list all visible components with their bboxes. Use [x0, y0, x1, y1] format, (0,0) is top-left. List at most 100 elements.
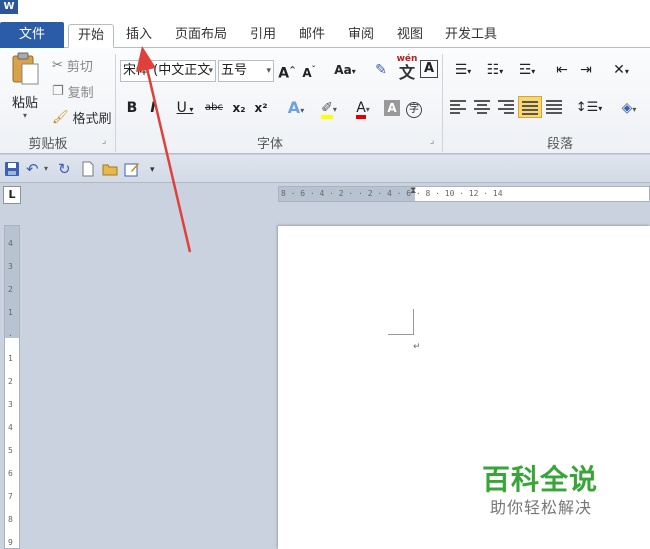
italic-button[interactable]: I — [146, 98, 160, 118]
paste-button[interactable]: 粘贴 ▾ — [6, 52, 44, 128]
superscript-button[interactable]: x² — [252, 98, 270, 118]
highlight-button[interactable]: ✐▾ — [314, 98, 344, 120]
enclose-char-icon: 字 — [406, 102, 422, 118]
tab-home[interactable]: 开始 — [68, 24, 114, 48]
ruler-tick-label: 1 — [8, 308, 13, 317]
increase-indent-icon: ⇥ — [580, 62, 592, 78]
edit-document-icon[interactable] — [124, 161, 140, 177]
align-center-icon[interactable] — [474, 100, 492, 116]
save-icon[interactable] — [4, 161, 20, 177]
phonetic-char: 文 — [398, 63, 415, 82]
font-name-combo[interactable]: 宋体 (中文正文 ▾ — [120, 60, 216, 82]
superscript-icon: x² — [254, 101, 268, 115]
customize-qat-icon[interactable]: ▾ — [150, 161, 166, 177]
scissors-icon: ✂ — [52, 58, 63, 73]
strikethrough-button[interactable]: abc — [202, 98, 226, 118]
char-shading-button[interactable]: A — [384, 100, 400, 116]
clipboard-launcher-icon[interactable]: ⌟ — [102, 136, 106, 146]
line-spacing-icon: ↕☰ — [575, 100, 599, 115]
justify-button[interactable] — [518, 96, 542, 118]
grow-font-icon: A — [278, 65, 290, 82]
italic-icon: I — [150, 100, 156, 116]
change-case-icon: Aa — [334, 63, 352, 77]
ruler-tick-label: 2 — [8, 285, 13, 294]
shading-button[interactable]: ◈▾ — [614, 98, 644, 120]
font-color-button[interactable]: A▾ — [348, 98, 378, 120]
font-color-icon: A — [356, 101, 366, 119]
copy-button[interactable]: ❐ 复制 — [52, 82, 94, 101]
distributed-icon[interactable] — [546, 100, 564, 116]
asian-layout-button[interactable]: ✕▾ — [606, 60, 636, 82]
subscript-button[interactable]: x₂ — [230, 98, 248, 118]
bold-icon: B — [126, 100, 138, 116]
ruler-tick-label: 7 — [8, 492, 13, 501]
phonetic-guide-button[interactable]: wén 文 — [395, 54, 419, 82]
redo-icon[interactable]: ↻ — [58, 161, 74, 177]
ruler-tick-label: 6 — [8, 469, 13, 478]
tab-view[interactable]: 视图 — [392, 24, 428, 48]
ruler-tick-label: 2 — [8, 377, 13, 386]
ribbon: 粘贴 ▾ ✂ 剪切 ❐ 复制 🖌 格式刷 剪贴板 ⌟ 宋体 (中文正文 ▾ 五号 ▾… — [0, 48, 650, 154]
font-group-label: 字体 — [256, 137, 283, 152]
strikethrough-icon: abc — [205, 102, 223, 113]
underline-button[interactable]: U ▾ — [170, 98, 200, 120]
text-effects-icon: A — [287, 98, 301, 117]
format-painter-label: 格式刷 — [72, 112, 112, 127]
vertical-ruler[interactable]: 4 3 2 1 · 1 2 3 4 5 6 7 8 9 — [4, 225, 20, 549]
ruler-ticks: 4 3 2 1 · 1 2 3 4 5 6 7 8 9 — [8, 232, 13, 548]
font-size-combo[interactable]: 五号 ▾ — [218, 60, 274, 82]
clear-format-button[interactable]: ✎ — [370, 60, 392, 80]
tab-insert[interactable]: 插入 — [122, 24, 156, 48]
align-right-icon[interactable] — [498, 100, 516, 116]
open-folder-icon[interactable] — [102, 161, 118, 177]
font-size-value: 五号 — [221, 63, 248, 78]
change-case-button[interactable]: Aa▾ — [330, 60, 360, 82]
ruler-tick-label: 1 — [8, 354, 13, 363]
char-border-button[interactable]: A — [420, 60, 438, 78]
align-left-icon[interactable] — [450, 100, 468, 116]
tab-selector-button[interactable]: L — [3, 186, 21, 204]
format-painter-button[interactable]: 🖌 格式刷 — [52, 108, 112, 127]
margin-corner-mark — [413, 309, 414, 335]
horizontal-ruler[interactable]: 8 · 6 · 4 · 2 · · 2 · 4 · 6 · 8 · 10 · 1… — [278, 186, 650, 202]
document-page[interactable] — [278, 226, 650, 549]
font-launcher-icon[interactable]: ⌟ — [430, 136, 434, 146]
tab-mailings[interactable]: 邮件 — [294, 24, 330, 48]
text-effects-button[interactable]: A▾ — [282, 98, 310, 121]
ruler-tick-label: 9 — [8, 538, 13, 547]
tab-references[interactable]: 引用 — [245, 24, 281, 48]
ruler-ticks: 8 · 6 · 4 · 2 · · 2 · 4 · 6 · 8 · 10 · 1… — [281, 189, 503, 198]
paste-dropdown-icon[interactable]: ▾ — [6, 111, 44, 120]
paste-label: 粘贴 — [11, 96, 38, 111]
char-border-icon: A — [423, 61, 435, 76]
shrink-font-button[interactable]: Aˇ — [300, 60, 318, 83]
new-document-icon[interactable] — [80, 161, 96, 177]
cut-label: 剪切 — [66, 60, 93, 75]
numbering-icon: ☷ — [486, 62, 500, 78]
multilevel-list-button[interactable]: ☲▾ — [512, 60, 542, 82]
cut-button[interactable]: ✂ 剪切 — [52, 56, 93, 75]
increase-indent-button[interactable]: ⇥ — [576, 60, 596, 80]
bold-button[interactable]: B — [124, 98, 140, 118]
bullets-icon: ☰ — [454, 62, 468, 78]
tab-page-layout[interactable]: 页面布局 — [170, 24, 232, 48]
ruler-tick-label: 3 — [8, 400, 13, 409]
tab-file[interactable]: 文件 — [0, 22, 64, 48]
numbering-button[interactable]: ☷▾ — [480, 60, 510, 82]
highlighter-icon: ✐ — [321, 101, 333, 119]
decrease-indent-button[interactable]: ⇤ — [552, 60, 572, 80]
tab-developer[interactable]: 开发工具 — [440, 24, 502, 48]
word-logo-icon: W — [0, 0, 18, 14]
tab-review[interactable]: 审阅 — [343, 24, 379, 48]
copy-label: 复制 — [67, 86, 94, 101]
decrease-indent-icon: ⇤ — [556, 62, 568, 78]
line-spacing-button[interactable]: ↕☰▾ — [574, 98, 604, 119]
enclose-char-button[interactable]: 字 — [404, 98, 424, 118]
undo-icon[interactable]: ↶ — [26, 161, 42, 177]
ruler-tick-label: 4 — [8, 239, 13, 248]
grow-font-button[interactable]: A^ — [278, 60, 296, 84]
indent-marker-icon[interactable]: ⧗ — [410, 187, 416, 196]
bullets-button[interactable]: ☰▾ — [448, 60, 478, 82]
ruler-bar: L 8 · 6 · 4 · 2 · · 2 · 4 · 6 · 8 · 10 ·… — [0, 183, 650, 207]
shrink-font-icon: A — [302, 66, 312, 80]
